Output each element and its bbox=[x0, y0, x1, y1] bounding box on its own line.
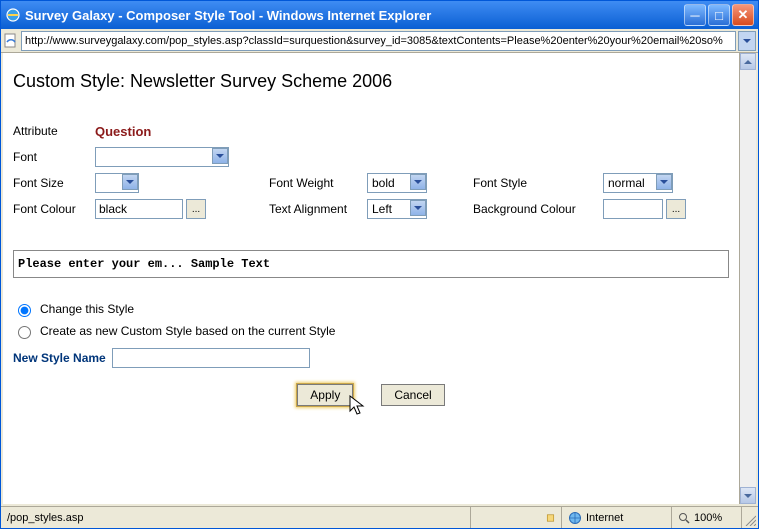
preview-box: Please enter your em... Sample Text bbox=[13, 250, 729, 278]
radio-change-style[interactable]: Change this Style bbox=[13, 298, 729, 320]
input-font-colour[interactable] bbox=[95, 199, 183, 219]
status-zone: Internet bbox=[562, 507, 672, 528]
magnifier-icon bbox=[678, 512, 690, 524]
address-input[interactable] bbox=[21, 31, 736, 51]
apply-button[interactable]: Apply bbox=[297, 384, 353, 406]
label-font-colour: Font Colour bbox=[13, 202, 95, 216]
input-new-style-name[interactable] bbox=[112, 348, 310, 368]
page-icon bbox=[3, 33, 19, 49]
resize-grip[interactable] bbox=[742, 507, 758, 528]
label-font-size: Font Size bbox=[13, 176, 95, 190]
label-attribute: Attribute bbox=[13, 124, 95, 138]
select-font-size[interactable] bbox=[95, 173, 139, 193]
maximize-button[interactable]: □ bbox=[708, 4, 730, 26]
input-background-colour[interactable] bbox=[603, 199, 663, 219]
select-font[interactable] bbox=[95, 147, 229, 167]
status-zone-text: Internet bbox=[586, 512, 623, 524]
select-text-alignment[interactable]: Left bbox=[367, 199, 427, 219]
select-font-weight[interactable]: bold bbox=[367, 173, 427, 193]
window-title: Survey Galaxy - Composer Style Tool - Wi… bbox=[25, 8, 431, 23]
label-text-alignment: Text Alignment bbox=[269, 202, 367, 216]
form: Attribute Question Font Font Size bbox=[13, 118, 729, 222]
window: Survey Galaxy - Composer Style Tool - Wi… bbox=[0, 0, 759, 529]
radio-change-style-label: Change this Style bbox=[40, 302, 134, 316]
minimize-button[interactable]: ─ bbox=[684, 4, 706, 26]
globe-icon bbox=[568, 511, 582, 525]
browse-font-colour-button[interactable]: ... bbox=[186, 199, 206, 219]
ie-icon bbox=[5, 7, 21, 23]
radio-create-style[interactable]: Create as new Custom Style based on the … bbox=[13, 320, 729, 342]
page-content: Custom Style: Newsletter Survey Scheme 2… bbox=[3, 53, 739, 504]
button-row: Apply Cancel bbox=[156, 384, 586, 406]
scroll-track[interactable] bbox=[740, 70, 756, 487]
new-style-name-row: New Style Name bbox=[13, 348, 729, 368]
status-zoom[interactable]: 100% bbox=[672, 507, 742, 528]
radio-change-style-input[interactable] bbox=[18, 304, 31, 317]
label-font-style: Font Style bbox=[473, 176, 603, 190]
radio-create-style-label: Create as new Custom Style based on the … bbox=[40, 324, 335, 338]
status-zoom-text: 100% bbox=[694, 512, 722, 524]
scroll-up-button[interactable] bbox=[740, 53, 756, 70]
browse-bg-colour-button[interactable]: ... bbox=[666, 199, 686, 219]
label-new-style-name: New Style Name bbox=[13, 351, 106, 365]
cancel-button[interactable]: Cancel bbox=[381, 384, 444, 406]
scroll-down-button[interactable] bbox=[740, 487, 756, 504]
select-font-style[interactable]: normal bbox=[603, 173, 673, 193]
address-bar bbox=[1, 29, 758, 53]
vertical-scrollbar[interactable] bbox=[739, 53, 756, 504]
value-attribute: Question bbox=[95, 124, 151, 139]
radio-create-style-input[interactable] bbox=[18, 326, 31, 339]
status-bar: /pop_styles.asp Internet 100% bbox=[1, 506, 758, 528]
radio-group: Change this Style Create as new Custom S… bbox=[13, 298, 729, 342]
label-background-colour: Background Colour bbox=[473, 202, 603, 216]
label-font-weight: Font Weight bbox=[269, 176, 367, 190]
label-font: Font bbox=[13, 150, 95, 164]
close-button[interactable]: ✕ bbox=[732, 4, 754, 26]
title-bar: Survey Galaxy - Composer Style Tool - Wi… bbox=[1, 1, 758, 29]
status-path: /pop_styles.asp bbox=[1, 507, 471, 528]
address-dropdown-button[interactable] bbox=[738, 31, 756, 51]
content-area: Custom Style: Newsletter Survey Scheme 2… bbox=[1, 53, 758, 506]
page-title: Custom Style: Newsletter Survey Scheme 2… bbox=[13, 71, 729, 92]
status-security-icon bbox=[540, 507, 562, 528]
